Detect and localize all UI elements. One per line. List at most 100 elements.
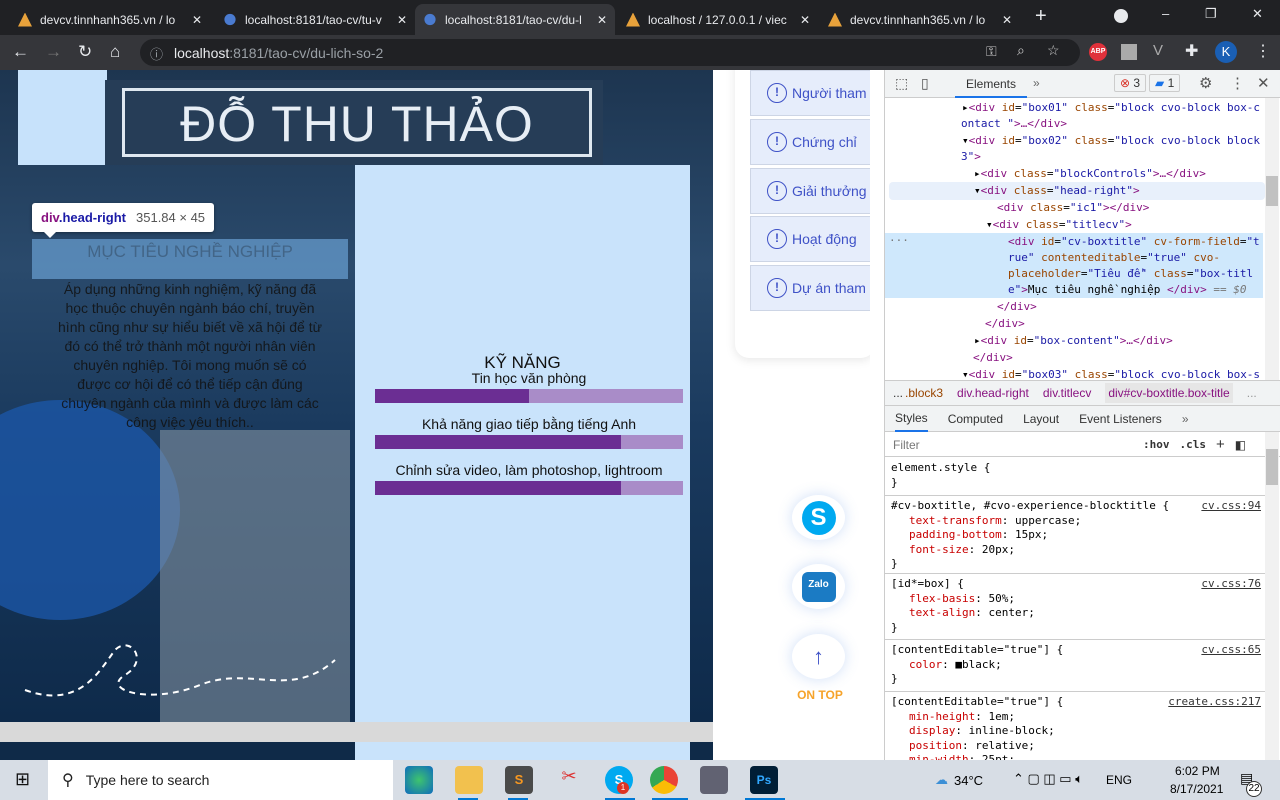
dom-scrollbar[interactable] xyxy=(1265,98,1279,380)
errors-badge[interactable]: ⊗ 3 xyxy=(1114,74,1147,92)
extensions-puzzle-icon[interactable]: ✚ xyxy=(1185,41,1198,61)
style-property[interactable]: text-align: center; xyxy=(891,606,1259,621)
sidebar-item[interactable]: ! Dự án tham xyxy=(750,265,870,311)
tray-icons[interactable]: ⌃ ▢ ◫ ▭ 🔈︎ xyxy=(1013,771,1083,787)
objective-title-highlight[interactable]: MỤC TIÊU NGHỀ NGHIỆP xyxy=(32,239,348,279)
back-icon[interactable]: ← xyxy=(12,42,29,62)
style-rule[interactable]: [id*=box] {cv.css:76 flex-basis: 50%; text… xyxy=(885,574,1265,640)
style-property[interactable]: display: inline-block; xyxy=(891,724,1259,739)
style-rule[interactable]: #cv-boxtitle, #cvo-experience-blocktitle… xyxy=(885,496,1265,574)
vpn-lock-icon[interactable] xyxy=(700,766,728,794)
rule-source-link[interactable]: create.css:217 xyxy=(1168,695,1261,710)
tab-styles[interactable]: Styles xyxy=(895,406,928,432)
dom-node-selected[interactable]: <div id="cv-boxtitle" cv-form-field="t xyxy=(1008,234,1260,250)
inspect-element-icon[interactable]: ⬚ xyxy=(895,75,908,92)
skype-button[interactable]: S xyxy=(792,495,845,540)
dom-node[interactable]: ▸<div id="box-content">…</div> xyxy=(974,333,1173,349)
extension-icon[interactable] xyxy=(1121,44,1137,60)
style-property[interactable]: flex-basis: 50%; xyxy=(891,592,1259,607)
close-tab-icon[interactable]: ✕ xyxy=(597,13,607,27)
photoshop-icon[interactable]: Ps xyxy=(750,766,778,794)
edge-icon[interactable] xyxy=(405,766,433,794)
on-top-label[interactable]: ON TOP xyxy=(790,688,850,702)
address-bar[interactable]: ⓘ localhost:8181/tao-cv/du-lich-so-2 ⚿ ⌕… xyxy=(140,39,1080,66)
clock-time[interactable]: 6:02 PM xyxy=(1175,764,1220,778)
forward-icon[interactable]: → xyxy=(45,42,62,62)
new-tab-button[interactable]: + xyxy=(1035,5,1047,28)
adblock-icon[interactable]: ABP xyxy=(1089,43,1107,61)
sidebar-item[interactable]: ! Hoạt động xyxy=(750,216,870,262)
style-property[interactable]: position: relative; xyxy=(891,739,1259,754)
settings-gear-icon[interactable]: ⚙ xyxy=(1199,74,1212,92)
cls-button[interactable]: .cls xyxy=(1180,438,1207,451)
toggle-sidebar-icon[interactable]: ◧ xyxy=(1235,438,1246,452)
tab-computed[interactable]: Computed xyxy=(948,412,1003,426)
windows-start-icon[interactable]: ⊞ xyxy=(15,769,30,790)
tab-layout[interactable]: Layout xyxy=(1023,412,1059,426)
messages-badge[interactable]: ▰ 1 xyxy=(1149,74,1181,92)
more-options-icon[interactable]: ⋮ xyxy=(1230,74,1245,92)
close-tab-icon[interactable]: ✕ xyxy=(800,13,810,27)
style-rule[interactable]: [contentEditable="true"] {cv.css:65 color… xyxy=(885,640,1265,692)
close-devtools-icon[interactable]: ✕ xyxy=(1257,74,1270,92)
taskbar-search[interactable]: ⚲ Type here to search xyxy=(48,760,393,800)
dom-node[interactable]: ▾<div id="box02" class="block cvo-block … xyxy=(962,133,1260,149)
clock-date[interactable]: 8/17/2021 xyxy=(1170,782,1223,796)
home-icon[interactable]: ⌂ xyxy=(110,42,120,62)
reload-icon[interactable]: ↻ xyxy=(78,42,92,62)
tab-elements[interactable]: Elements xyxy=(955,70,1027,98)
browser-tab[interactable]: devcv.tinnhanh365.vn / lo ✕ xyxy=(820,4,1020,35)
browser-tab[interactable]: devcv.tinnhanh365.vn / lo ✕ xyxy=(10,4,210,35)
dom-node[interactable]: ▸<div class="blockControls">…</div> xyxy=(974,166,1206,182)
maximize-button[interactable]: ❐ xyxy=(1205,6,1217,22)
zalo-button[interactable]: Zalo xyxy=(792,564,845,609)
menu-icon[interactable]: ⋮ xyxy=(1255,41,1271,61)
minimize-button[interactable]: – xyxy=(1162,6,1169,21)
sublime-text-icon[interactable]: S xyxy=(505,766,533,794)
dom-node[interactable]: <div class="ic1"></div> xyxy=(997,200,1149,216)
dom-node[interactable]: ▾<div class="head-right"> xyxy=(974,183,1140,199)
browser-tab-active[interactable]: localhost:8181/tao-cv/du-l ✕ xyxy=(415,4,615,35)
scroll-top-button[interactable]: ↑ xyxy=(792,634,845,679)
style-rule[interactable]: element.style {} xyxy=(885,458,1265,496)
style-property[interactable]: padding-bottom: 15px; xyxy=(891,528,1259,543)
sidebar-item[interactable]: ! Chứng chỉ xyxy=(750,119,870,165)
profile-avatar[interactable]: K xyxy=(1215,41,1237,63)
rule-source-link[interactable]: cv.css:65 xyxy=(1201,643,1261,658)
new-rule-icon[interactable]: + xyxy=(1216,436,1225,453)
dom-node-ellipsis[interactable]: ··· xyxy=(889,233,909,249)
tab-search-icon[interactable] xyxy=(1114,9,1128,23)
zoom-icon[interactable]: ⌕ xyxy=(1017,42,1025,59)
close-tab-icon[interactable]: ✕ xyxy=(397,13,407,27)
more-tabs-icon[interactable]: » xyxy=(1182,412,1189,426)
filter-input[interactable]: Filter xyxy=(893,438,1133,452)
rule-source-link[interactable]: cv.css:76 xyxy=(1201,577,1261,592)
key-icon[interactable]: ⚿ xyxy=(986,43,997,60)
bookmark-star-icon[interactable]: ☆ xyxy=(1047,42,1060,59)
file-explorer-icon[interactable] xyxy=(455,766,483,794)
style-property[interactable]: font-size: 20px; xyxy=(891,543,1259,558)
weather-temp[interactable]: 34°C xyxy=(954,773,983,788)
hov-button[interactable]: :hov xyxy=(1143,438,1170,451)
style-property[interactable]: min-height: 1em; xyxy=(891,710,1259,725)
snipping-tool-icon[interactable]: ✂ xyxy=(555,766,583,794)
sidebar-item[interactable]: ! Giải thưởng xyxy=(750,168,870,214)
browser-tab[interactable]: localhost / 127.0.0.1 / viec ✕ xyxy=(618,4,818,35)
device-toggle-icon[interactable]: ▯ xyxy=(921,75,929,92)
sidebar-item[interactable]: ! Người tham xyxy=(750,70,870,116)
close-tab-icon[interactable]: ✕ xyxy=(1002,13,1012,27)
tab-event-listeners[interactable]: Event Listeners xyxy=(1079,412,1162,426)
vue-devtools-icon[interactable]: V xyxy=(1153,42,1163,59)
language-indicator[interactable]: ENG xyxy=(1106,773,1132,787)
weather-icon[interactable]: ☁ xyxy=(935,772,948,788)
close-window-button[interactable]: ✕ xyxy=(1252,6,1263,22)
chrome-icon[interactable] xyxy=(650,766,678,794)
close-tab-icon[interactable]: ✕ xyxy=(192,13,202,27)
dom-node[interactable]: ▸<div id="box01" class="block cvo-block … xyxy=(962,100,1260,116)
browser-tab[interactable]: localhost:8181/tao-cv/tu-v ✕ xyxy=(215,4,415,35)
styles-scrollbar[interactable] xyxy=(1265,432,1279,760)
style-property[interactable]: color: ■black; xyxy=(891,658,1259,673)
style-property[interactable]: text-transform: uppercase; xyxy=(891,514,1259,529)
more-tabs-icon[interactable]: » xyxy=(1033,76,1040,90)
rule-source-link[interactable]: cv.css:94 xyxy=(1201,499,1261,514)
